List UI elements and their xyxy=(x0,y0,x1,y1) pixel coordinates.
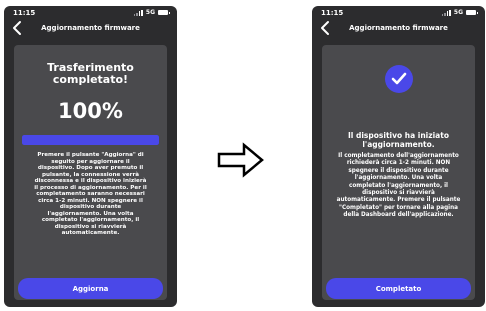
network-label: 5G xyxy=(453,9,463,16)
check-icon xyxy=(391,72,407,85)
battery-icon xyxy=(158,10,170,15)
status-card: Il dispositivo ha iniziato l'aggiornamen… xyxy=(322,45,475,300)
progress-bar-fill xyxy=(22,135,159,145)
instructions-line: automaticamente. xyxy=(61,230,120,236)
network-label: 5G xyxy=(145,9,155,16)
update-button[interactable]: Aggiorna xyxy=(18,278,163,299)
signal-icon xyxy=(133,9,143,16)
instructions-line: completamento saranno necessari xyxy=(36,191,145,197)
transfer-title-line: completato! xyxy=(52,73,129,86)
instructions-line: disconnessa e il dispositivo inizierà xyxy=(34,178,147,184)
instructions-line: della Dashboard dell'applicazione. xyxy=(343,212,454,219)
phone-screen-transfer: 11:15 5G Aggiornamento firmware Trasferi… xyxy=(4,6,177,307)
instructions-line: "Completato" per tornare alla pagina xyxy=(338,204,459,211)
instructions-text: Premere il pulsante "Aggiorna" di seguit… xyxy=(20,152,161,237)
nav-bar: Aggiornamento firmware xyxy=(4,20,177,38)
instructions-line: dispositivo si riavvierà xyxy=(362,190,435,197)
page-title: Aggiornamento firmware xyxy=(41,24,140,32)
signal-icon xyxy=(441,9,451,16)
instructions-line: richiederà circa 1-2 minuti. NON xyxy=(346,160,451,167)
progress-percent: 100% xyxy=(58,99,123,123)
page-title: Aggiornamento firmware xyxy=(349,24,448,32)
transfer-card: Trasferimento completato! 100% Premere i… xyxy=(14,45,167,300)
instructions-line: completato l'aggiornamento, il xyxy=(349,182,448,189)
battery-icon xyxy=(466,10,478,15)
status-time: 11:15 xyxy=(13,9,36,17)
status-bar: 11:15 5G xyxy=(312,6,485,20)
instructions-line: l'aggiornamento. Una volta xyxy=(354,175,443,182)
instructions-line: Premere il pulsante "Aggiorna" di xyxy=(37,152,144,158)
status-bar: 11:15 5G xyxy=(4,6,177,20)
status-time: 11:15 xyxy=(321,9,344,17)
transfer-title: Trasferimento completato! xyxy=(14,62,167,86)
instructions-text: Il completamento dell'aggiornamento rich… xyxy=(328,153,469,220)
completed-button[interactable]: Completato xyxy=(326,278,471,299)
success-check-icon xyxy=(385,65,413,93)
status-icons: 5G xyxy=(441,9,478,16)
instructions-line: spegnere il dispositivo durante xyxy=(348,167,449,174)
instructions-line: dispositivo. Dopo aver premuto il xyxy=(37,165,144,171)
phone-screen-started: 11:15 5G Aggiornamento firmware Il dispo… xyxy=(312,6,485,307)
status-icons: 5G xyxy=(133,9,170,16)
instructions-line: automaticamente. Premere il pulsante xyxy=(336,197,461,204)
right-arrow-icon xyxy=(217,142,264,178)
started-title: Il dispositivo ha iniziato l'aggiornamen… xyxy=(322,131,475,149)
progress-bar xyxy=(22,135,159,145)
started-title-line: Il dispositivo ha iniziato xyxy=(348,131,449,140)
started-title-line: l'aggiornamento. xyxy=(362,140,435,149)
nav-bar: Aggiornamento firmware xyxy=(312,20,485,38)
